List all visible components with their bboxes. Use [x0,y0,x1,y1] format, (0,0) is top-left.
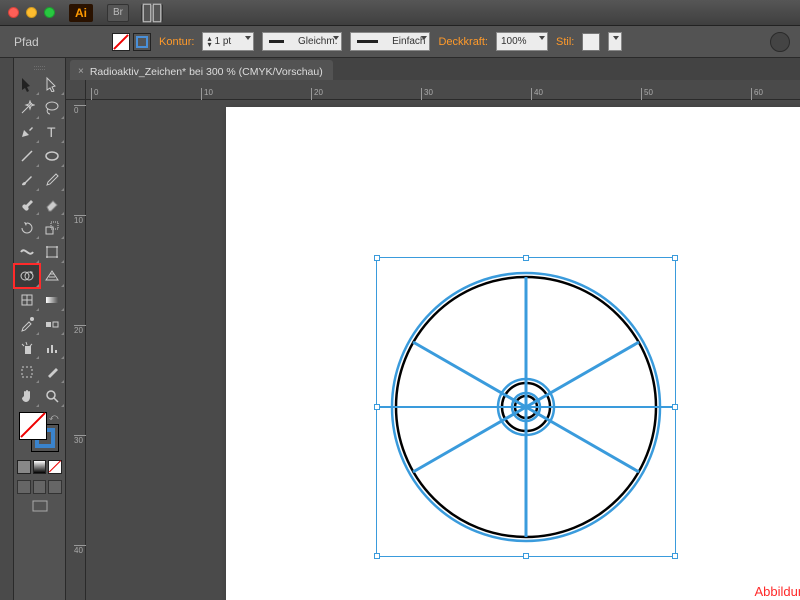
selection-tool[interactable] [14,72,40,96]
style-label: Stil: [556,36,574,48]
gradient-mode-button[interactable] [33,460,47,474]
window-controls [8,7,55,18]
slice-tool[interactable] [40,360,66,384]
selection-handle[interactable] [672,404,678,410]
pen-tool[interactable] [14,120,40,144]
stroke-swatch[interactable] [133,33,151,51]
stroke-profile-dropdown[interactable]: Gleichm. [262,32,342,51]
fill-swatch[interactable] [112,33,130,51]
svg-text:T: T [47,124,56,140]
perspective-grid-tool[interactable] [40,264,66,288]
graphic-style-swatch[interactable] [582,33,600,51]
vertical-ruler[interactable]: 0 10 20 30 40 [66,100,86,600]
rectangle-tool[interactable] [40,144,66,168]
selection-type-label: Pfad [14,35,104,49]
drawing-mode-inside[interactable] [48,480,62,494]
ruler-tick: 40 [531,88,543,100]
panel-grip-icon[interactable]: :::::: [14,65,65,72]
ruler-tick: 0 [91,88,98,100]
selection-handle[interactable] [672,255,678,261]
figure-caption: Abbildung: 19 [754,584,800,599]
selection-handle[interactable] [523,255,529,261]
drawing-mode-normal[interactable] [17,480,31,494]
selection-handle[interactable] [523,553,529,559]
bridge-button[interactable]: Br [107,4,129,22]
stroke-label: Kontur: [159,36,194,48]
mesh-tool[interactable] [14,288,40,312]
zoom-window-button[interactable] [44,7,55,18]
hand-tool[interactable] [14,384,40,408]
none-mode-button[interactable] [48,460,62,474]
width-tool[interactable] [14,240,40,264]
canvas[interactable]: Abbildung: 19 [86,100,800,600]
app-badge-icon: Ai [69,4,93,22]
opacity-value: 100% [501,36,527,47]
eyedropper-tool[interactable] [14,312,40,336]
column-graph-tool[interactable] [40,336,66,360]
fill-stroke-control[interactable]: ⤺ [19,412,61,454]
direct-selection-tool[interactable] [40,72,66,96]
swap-fill-stroke-icon[interactable]: ⤺ [49,412,59,423]
stroke-weight-value: 1 pt [214,36,231,47]
document-setup-icon[interactable] [770,32,790,52]
color-mode-button[interactable] [17,460,31,474]
shape-builder-tool[interactable] [14,264,40,288]
tools-panel: :::::: T [14,58,66,600]
selection-handle[interactable] [374,553,380,559]
style-dropdown[interactable] [608,32,622,51]
ruler-tick: 40 [74,545,86,555]
pencil-tool[interactable] [40,168,66,192]
rotate-tool[interactable] [14,216,40,240]
ruler-tick: 20 [311,88,323,100]
document-tab-title: Radioaktiv_Zeichen* bei 300 % (CMYK/Vors… [90,66,323,78]
ruler-tick: 0 [74,105,86,115]
ruler-tick: 30 [421,88,433,100]
gradient-tool[interactable] [40,288,66,312]
minimize-window-button[interactable] [26,7,37,18]
artboard-tool[interactable] [14,360,40,384]
close-tab-icon[interactable]: × [78,66,84,77]
screen-mode-button[interactable] [14,500,65,514]
selection-handle[interactable] [374,255,380,261]
ruler-tick: 10 [201,88,213,100]
stroke-profile-value: Gleichm. [298,36,337,47]
ruler-tick: 50 [641,88,653,100]
artboard[interactable]: Abbildung: 19 [226,107,800,600]
document-tab[interactable]: × Radioaktiv_Zeichen* bei 300 % (CMYK/Vo… [70,60,333,80]
drawing-mode-behind[interactable] [33,480,47,494]
ruler-tick: 60 [751,88,763,100]
type-tool[interactable]: T [40,120,66,144]
lasso-tool[interactable] [40,96,66,120]
line-segment-tool[interactable] [14,144,40,168]
scale-tool[interactable] [40,216,66,240]
ruler-origin[interactable] [66,80,86,100]
free-transform-tool[interactable] [40,240,66,264]
selection-bounding-box[interactable] [376,257,676,557]
ruler-tick: 20 [74,325,86,335]
horizontal-ruler[interactable]: 0 10 20 30 40 50 60 [86,80,800,100]
close-window-button[interactable] [8,7,19,18]
magic-wand-tool[interactable] [14,96,40,120]
symbol-sprayer-tool[interactable] [14,336,40,360]
stroke-weight-input[interactable]: ▴▾ 1 pt [202,32,254,51]
control-bar: Pfad Kontur: ▴▾ 1 pt Gleichm. Einfach De… [0,26,800,58]
title-bar: Ai Br [0,0,800,26]
zoom-tool[interactable] [40,384,66,408]
ruler-tick: 30 [74,435,86,445]
blob-brush-tool[interactable] [14,192,40,216]
selection-handle[interactable] [374,404,380,410]
opacity-label: Deckkraft: [438,36,488,48]
ruler-tick: 10 [74,215,86,225]
selection-handle[interactable] [672,553,678,559]
arrange-documents-button[interactable] [141,4,163,22]
opacity-input[interactable]: 100% [496,32,548,51]
document-tab-bar: × Radioaktiv_Zeichen* bei 300 % (CMYK/Vo… [66,58,800,80]
blend-tool[interactable] [40,312,66,336]
brush-definition-value: Einfach [392,36,425,47]
paintbrush-tool[interactable] [14,168,40,192]
brush-definition-dropdown[interactable]: Einfach [350,32,430,51]
eraser-tool[interactable] [40,192,66,216]
panel-dock-left [0,58,14,600]
fill-box[interactable] [19,412,47,440]
